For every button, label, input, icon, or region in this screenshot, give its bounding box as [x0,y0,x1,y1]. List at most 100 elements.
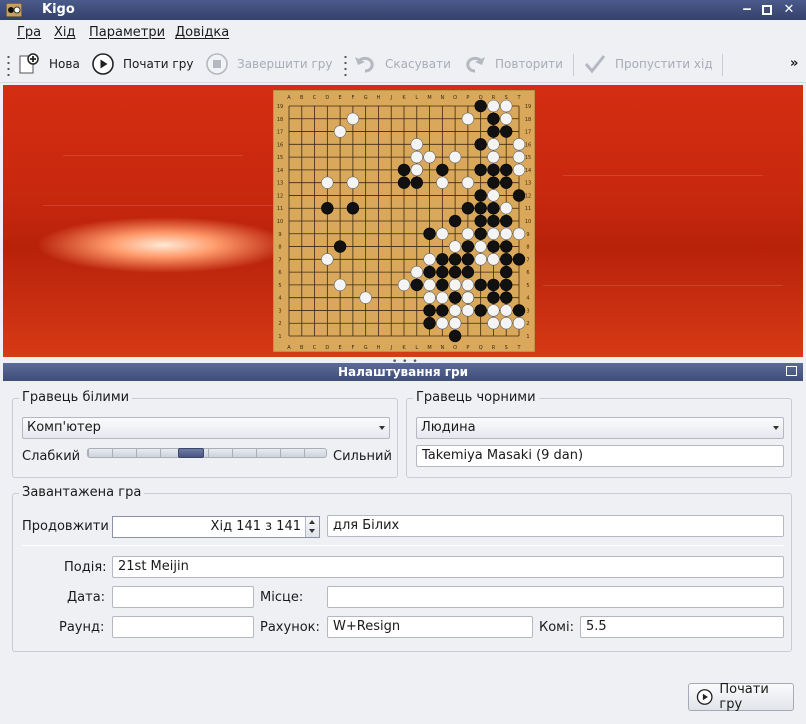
white-stone [487,138,500,151]
start-game-dock-button[interactable]: Почати гру [688,682,794,712]
score-label: Рахунок: [260,620,320,635]
white-stone [461,176,475,189]
black-stone [474,189,487,202]
row-label: 7 [526,257,529,263]
black-stone [423,317,436,330]
black-player-name-field[interactable]: Takemiya Masaki (9 dan) [416,445,784,467]
black-stone [321,202,334,215]
finish-game-button[interactable]: Завершити гру [205,51,333,77]
continue-label: Продовжити [22,519,109,534]
white-stone [436,176,449,189]
white-stone [423,253,436,266]
score-field[interactable]: W+Resign [327,616,533,638]
place-field[interactable] [327,586,784,608]
float-dock-icon[interactable] [786,366,797,376]
column-label: O [453,345,457,351]
undo-label: Скасувати [385,57,451,71]
black-stone [448,291,462,304]
white-stone [500,202,513,215]
black-stone [397,176,411,189]
black-stone [448,329,462,343]
finish-game-label: Завершити гру [237,57,333,71]
stop-icon [205,52,229,76]
row-label: 8 [526,245,529,251]
white-stone [423,278,436,292]
new-game-button[interactable]: Нова [17,51,80,77]
checkmark-icon [583,52,607,76]
board-view[interactable]: A A 19 19 B B 18 18 C C 17 17 D D 16 16 E E 15 15 F F 14 14 G G 13… [3,85,803,357]
play-icon [696,689,713,705]
column-label: A [287,345,291,351]
row-label: 12 [525,193,531,199]
pass-move-button[interactable]: Пропустити хід [583,51,713,77]
row-label: 13 [525,181,531,187]
black-stone [487,163,500,177]
redo-button[interactable]: Повторити [463,51,563,77]
column-label: P [466,95,469,101]
black-stone [346,202,360,215]
slider-handle[interactable] [178,448,204,458]
dock-title-bar: Налаштування гри [3,363,803,381]
komi-label: Комі: [539,620,574,635]
white-stone [397,278,411,292]
column-label: L [415,95,418,101]
white-stone [448,150,462,164]
black-stone [436,253,449,266]
undo-button[interactable]: Скасувати [353,51,451,77]
move-spinbox[interactable]: Хід 141 з 141 [112,516,320,538]
row-label: 11 [277,206,283,212]
white-stone [436,227,449,240]
close-icon[interactable]: ✕ [782,3,796,17]
white-stone [436,317,449,330]
white-stone [436,291,449,304]
menu-game[interactable]: Гра [17,25,41,40]
row-label: 1 [278,334,281,340]
menu-settings[interactable]: Параметри [89,25,165,40]
strength-slider[interactable] [87,448,327,458]
column-label: A [287,95,291,101]
white-stone [500,304,513,317]
minimize-icon[interactable]: ‒ [740,3,754,17]
white-stone [448,304,462,317]
black-stone [474,99,487,113]
row-label: 12 [277,193,283,199]
black-stone [436,163,449,177]
kigo-app-icon[interactable] [6,3,22,17]
white-player-type-select[interactable]: Комп'ютер [22,417,390,439]
toolbar-overflow-icon[interactable]: » [790,56,798,71]
spin-up-icon[interactable] [309,520,315,524]
chevron-down-icon [379,426,385,430]
komi-field[interactable]: 5.5 [580,616,784,638]
spin-down-icon[interactable] [309,529,315,533]
start-game-button[interactable]: Почати гру [91,51,193,77]
column-label: F [351,95,354,101]
white-stone [487,304,500,317]
white-stone [487,317,500,330]
black-stone [461,265,475,279]
toolbar-handle[interactable] [7,54,10,76]
column-label: F [351,345,354,351]
background-streak [43,205,273,206]
white-stone [423,291,436,304]
event-field[interactable]: 21st Meijin [112,556,784,578]
column-label: R [492,345,496,351]
black-stone [512,253,526,266]
toolbar-handle-2[interactable] [344,54,347,76]
black-stone [500,253,513,266]
column-label: J [389,345,391,351]
black-stone [500,214,513,228]
maximize-icon[interactable] [760,3,774,17]
row-label: 18 [277,117,283,123]
black-stone [423,227,436,240]
date-field[interactable] [112,586,254,608]
go-board[interactable]: AA19 19BB18 18CC17 17DD16 16EE15 15FF14 14GG13… [273,90,535,352]
title-bar: Kigo ‒ ✕ [0,0,806,20]
black-stone [461,253,475,266]
row-label: 3 [278,308,281,314]
round-field[interactable] [112,616,254,638]
row-label: 11 [525,206,531,212]
black-player-type-select[interactable]: Людина [416,417,784,439]
menu-help[interactable]: Довідка [175,25,229,40]
background-streak [63,155,243,156]
menu-move[interactable]: Хід [54,25,76,40]
